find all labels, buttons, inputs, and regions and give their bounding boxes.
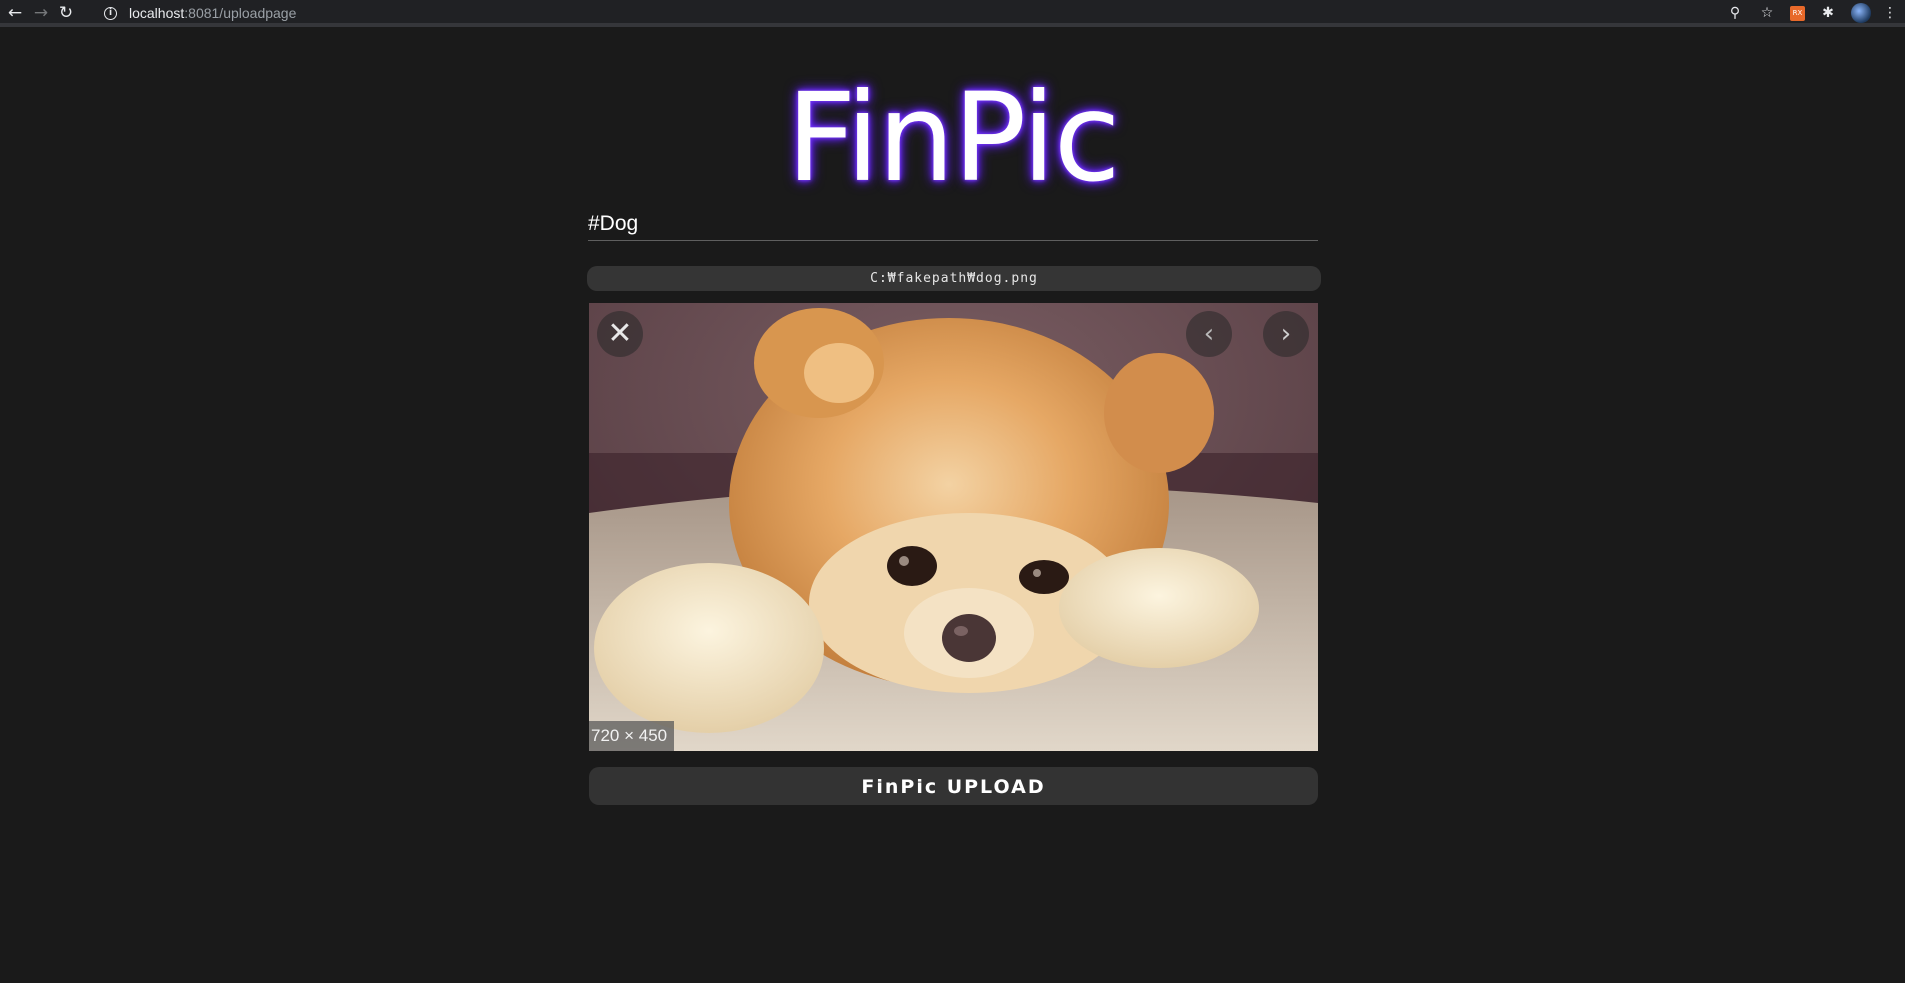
close-icon[interactable]: ✕ bbox=[597, 311, 643, 357]
dog-photo bbox=[589, 303, 1318, 751]
tag-input[interactable] bbox=[588, 208, 1318, 241]
forward-icon[interactable]: → bbox=[32, 4, 50, 22]
chevron-right-icon[interactable]: › bbox=[1263, 311, 1309, 357]
reload-icon[interactable]: ↻ bbox=[57, 4, 75, 22]
url-path: :8081/uploadpage bbox=[184, 5, 297, 21]
browser-toolbar: ← → ↻ i localhost:8081/uploadpage ⚲ ☆ RX… bbox=[0, 0, 1905, 27]
image-preview: ✕ ‹ › 720 × 450 bbox=[589, 303, 1318, 751]
image-dimensions: 720 × 450 bbox=[589, 721, 675, 751]
info-icon[interactable]: i bbox=[104, 6, 117, 20]
zoom-icon[interactable]: ⚲ bbox=[1726, 4, 1744, 22]
menu-icon[interactable]: ⋮ bbox=[1881, 4, 1899, 22]
url-host: localhost bbox=[129, 5, 185, 21]
back-icon[interactable]: ← bbox=[6, 4, 24, 22]
extension-icon[interactable]: RX bbox=[1790, 5, 1805, 21]
star-icon[interactable]: ☆ bbox=[1758, 4, 1776, 22]
chevron-left-icon[interactable]: ‹ bbox=[1186, 311, 1232, 357]
puzzle-icon[interactable]: ✱ bbox=[1819, 4, 1837, 22]
file-path-field[interactable]: C:₩fakepath₩dog.png bbox=[587, 266, 1321, 291]
app-logo: FinPic bbox=[786, 67, 1120, 209]
address-bar[interactable]: i localhost:8081/uploadpage bbox=[104, 2, 296, 24]
avatar[interactable] bbox=[1851, 3, 1871, 23]
upload-button[interactable]: FinPic UPLOAD bbox=[589, 767, 1318, 805]
